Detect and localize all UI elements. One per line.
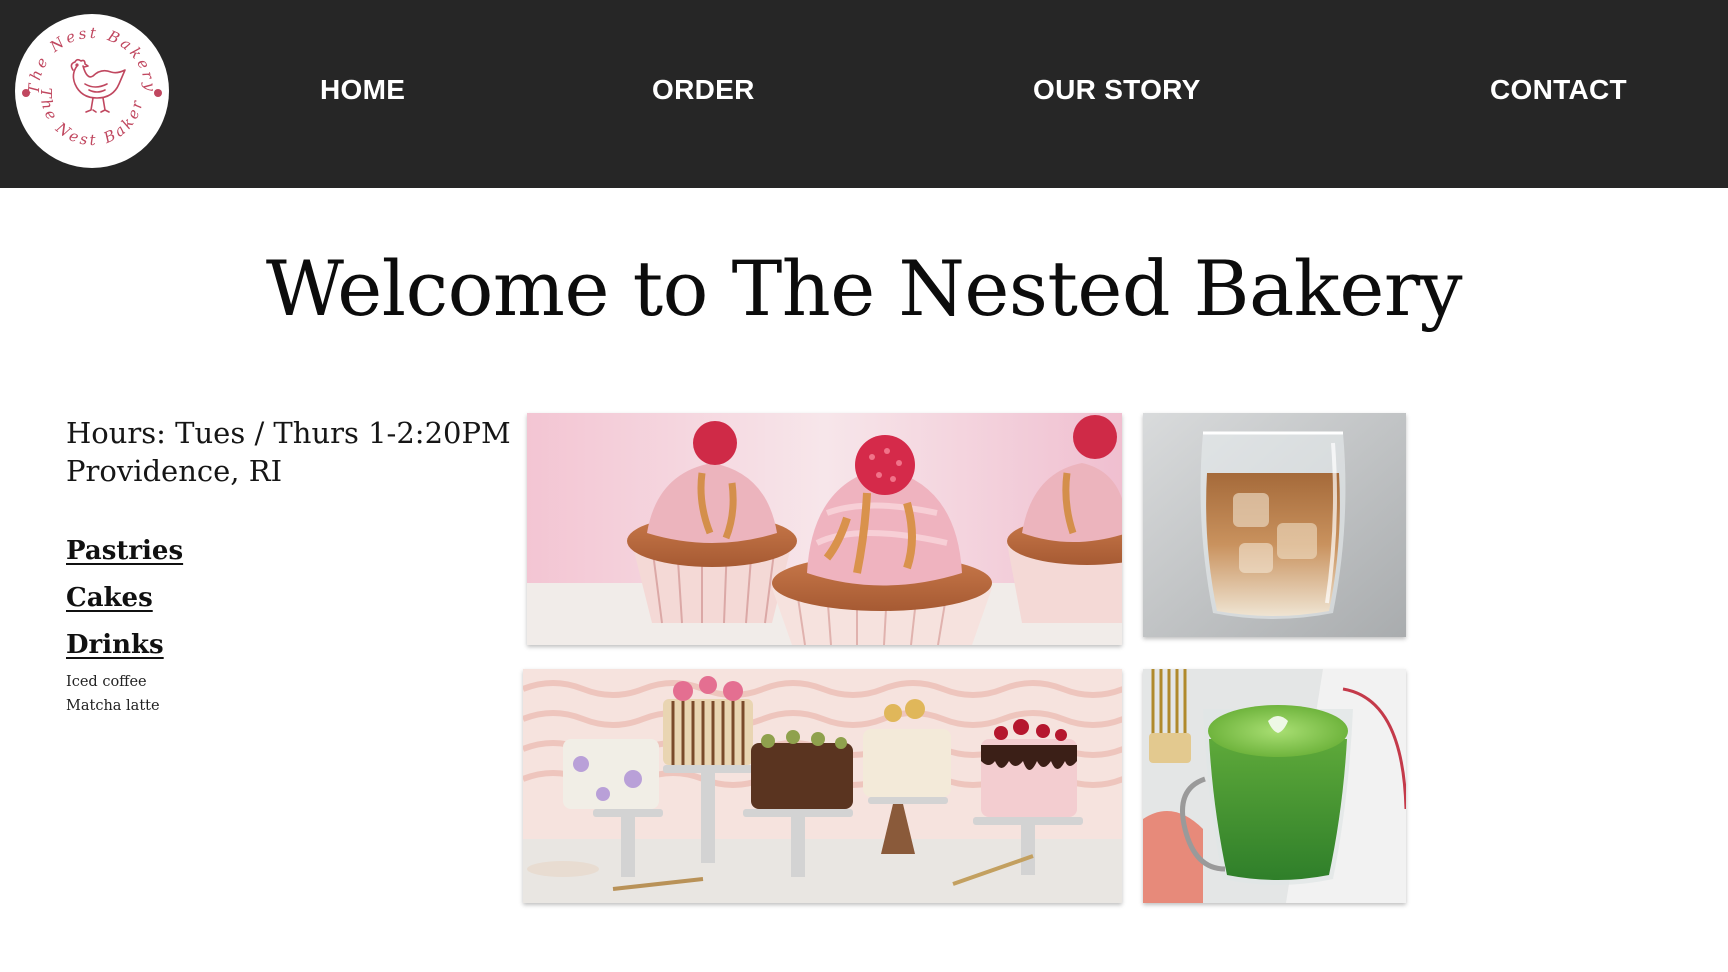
bakery-info: Hours: Tues / Thurs 1-2:20PM Providence,… bbox=[66, 414, 511, 490]
menu-link-drinks[interactable]: Drinks bbox=[66, 622, 183, 669]
logo-seal-icon: The Nest Bakery The Nest Bakery bbox=[15, 14, 165, 164]
location-text: Providence, RI bbox=[66, 454, 283, 488]
matcha-latte-photo bbox=[1143, 669, 1406, 903]
menu-category-links: Pastries Cakes Drinks bbox=[66, 528, 183, 669]
menu-link-pastries[interactable]: Pastries bbox=[66, 528, 183, 575]
nav-order[interactable]: ORDER bbox=[652, 74, 755, 106]
list-item: Iced coffee bbox=[66, 674, 147, 690]
iced-coffee-photo bbox=[1143, 413, 1406, 637]
list-item: Matcha latte bbox=[66, 698, 160, 714]
nav-home[interactable]: HOME bbox=[320, 74, 405, 106]
top-navbar: The Nest Bakery The Nest Bakery HOME ORD… bbox=[0, 0, 1728, 188]
cupcakes-photo bbox=[527, 413, 1122, 645]
menu-link-cakes[interactable]: Cakes bbox=[66, 575, 183, 622]
page-title: Welcome to The Nested Bakery bbox=[265, 244, 1463, 333]
bakery-logo[interactable]: The Nest Bakery The Nest Bakery bbox=[15, 14, 169, 168]
hours-text: Hours: Tues / Thurs 1-2:20PM bbox=[66, 416, 511, 450]
drinks-list: Iced coffee Matcha latte bbox=[66, 670, 160, 718]
cakes-photo bbox=[523, 669, 1122, 903]
nav-contact[interactable]: CONTACT bbox=[1490, 74, 1627, 106]
nav-our-story[interactable]: OUR STORY bbox=[1033, 74, 1201, 106]
